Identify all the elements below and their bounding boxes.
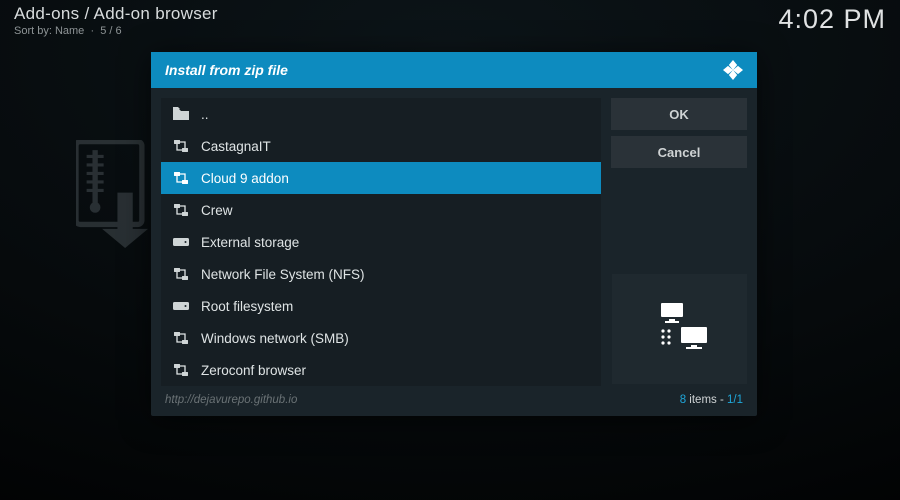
- clock: 4:02 PM: [778, 4, 886, 35]
- network-source-icon: [173, 267, 189, 281]
- list-item-label: External storage: [201, 235, 299, 250]
- zip-download-icon: [76, 140, 161, 260]
- file-list[interactable]: .. CastagnaIT Cloud 9 addon Crew External st…: [161, 98, 601, 386]
- list-item[interactable]: Crew: [161, 194, 601, 226]
- header-bar: Add-ons / Add-on browser Sort by: Name ·…: [14, 4, 886, 37]
- network-source-icon: [173, 203, 189, 217]
- network-source-icon: [173, 331, 189, 345]
- folder-icon: [173, 107, 189, 121]
- dialog-side-column: OK Cancel: [601, 98, 747, 386]
- network-source-icon: [173, 139, 189, 153]
- list-item[interactable]: ..: [161, 98, 601, 130]
- list-item[interactable]: CastagnaIT: [161, 130, 601, 162]
- list-item-label: ..: [201, 107, 209, 122]
- list-item-label: Cloud 9 addon: [201, 171, 289, 186]
- cancel-button[interactable]: Cancel: [611, 136, 747, 168]
- footer-url: http://dejavurepo.github.io: [165, 394, 297, 406]
- list-item-label: Root filesystem: [201, 299, 293, 314]
- list-item[interactable]: External storage: [161, 226, 601, 258]
- dialog-title: Install from zip file: [165, 62, 288, 78]
- list-item-label: CastagnaIT: [201, 139, 271, 154]
- list-item-label: Network File System (NFS): [201, 267, 365, 282]
- breadcrumb: Add-ons / Add-on browser: [14, 4, 218, 24]
- sort-info: Sort by: Name · 5 / 6: [14, 25, 218, 37]
- source-thumbnail: [612, 274, 747, 384]
- ok-button[interactable]: OK: [611, 98, 747, 130]
- list-item[interactable]: Zeroconf browser: [161, 354, 601, 386]
- list-item[interactable]: Root filesystem: [161, 290, 601, 322]
- disk-icon: [173, 299, 189, 313]
- install-from-zip-dialog: Install from zip file .. CastagnaIT Cloud …: [151, 52, 757, 416]
- network-source-icon: [173, 171, 189, 185]
- list-item[interactable]: Cloud 9 addon: [161, 162, 601, 194]
- dialog-titlebar: Install from zip file: [151, 52, 757, 88]
- dialog-footer: http://dejavurepo.github.io 8 items - 1/…: [151, 386, 757, 416]
- list-item[interactable]: Windows network (SMB): [161, 322, 601, 354]
- list-item-label: Windows network (SMB): [201, 331, 349, 346]
- network-source-icon: [173, 363, 189, 377]
- network-computers-icon: [645, 301, 715, 357]
- footer-item-count: 8 items - 1/1: [680, 394, 743, 406]
- app-logo-icon: [723, 60, 743, 80]
- list-item-label: Crew: [201, 203, 233, 218]
- disk-icon: [173, 235, 189, 249]
- list-item-label: Zeroconf browser: [201, 363, 306, 378]
- list-item[interactable]: Network File System (NFS): [161, 258, 601, 290]
